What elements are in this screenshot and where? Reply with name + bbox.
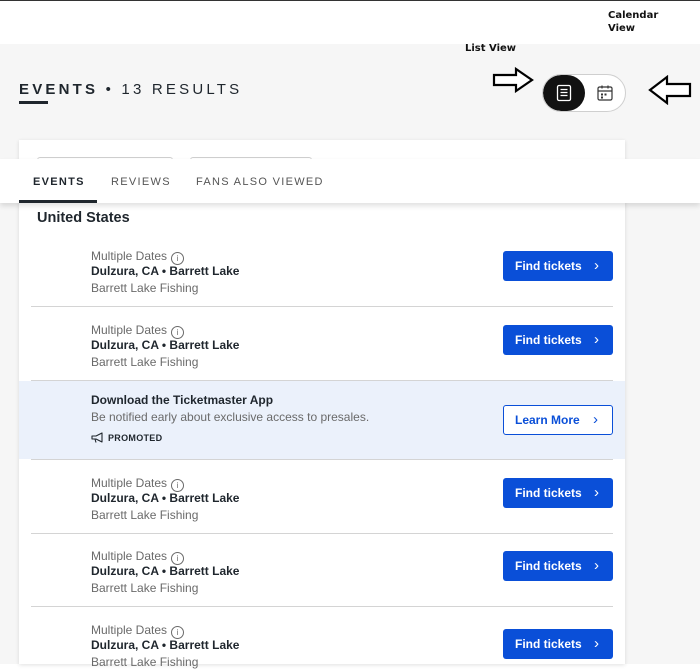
tab-events[interactable]: EVENTS <box>33 176 85 188</box>
find-tickets-button[interactable]: Find tickets › <box>503 478 613 508</box>
event-dates-label: Multiple Dates <box>91 476 168 490</box>
tabs-bar: EVENTS REVIEWS FANS ALSO VIEWED <box>0 159 700 203</box>
calendar-view-annotation: Calendar View <box>608 10 659 34</box>
promo-banner: Download the Ticketmaster App Be notifie… <box>19 381 625 459</box>
event-dates: Multiple Dates i <box>91 249 185 265</box>
chevron-right-icon: › <box>594 635 599 652</box>
top-border <box>0 0 700 1</box>
event-dates: Multiple Dates i <box>91 623 185 639</box>
event-venue: Dulzura, CA • Barrett Lake <box>91 564 240 578</box>
promo-title: Download the Ticketmaster App <box>91 393 274 407</box>
list-icon <box>556 84 572 102</box>
event-name: Barrett Lake Fishing <box>91 355 199 369</box>
row-divider <box>31 459 613 460</box>
calendar-view-button[interactable] <box>585 75 625 111</box>
find-tickets-label: Find tickets <box>515 333 582 347</box>
find-tickets-label: Find tickets <box>515 486 582 500</box>
row-divider <box>31 606 613 607</box>
event-venue: Dulzura, CA • Barrett Lake <box>91 491 240 505</box>
promoted-badge: PROMOTED <box>91 432 162 443</box>
promoted-label: PROMOTED <box>108 433 163 443</box>
event-name: Barrett Lake Fishing <box>91 508 199 522</box>
event-dates-label: Multiple Dates <box>91 323 168 337</box>
megaphone-icon <box>91 432 103 443</box>
list-view-button[interactable] <box>543 75 585 111</box>
tab-fans-also-viewed[interactable]: FANS ALSO VIEWED <box>196 176 324 188</box>
list-view-annotation: List View <box>465 43 517 54</box>
find-tickets-button[interactable]: Find tickets › <box>503 251 613 281</box>
find-tickets-button[interactable]: Find tickets › <box>503 551 613 581</box>
find-tickets-button[interactable]: Find tickets › <box>503 629 613 659</box>
calendar-icon <box>597 85 613 101</box>
event-dates: Multiple Dates i <box>91 476 185 492</box>
tab-reviews[interactable]: REVIEWS <box>111 176 171 188</box>
event-venue: Dulzura, CA • Barrett Lake <box>91 264 240 278</box>
results-count: 13 RESULTS <box>121 81 243 98</box>
chevron-right-icon: › <box>593 411 598 428</box>
event-dates-label: Multiple Dates <box>91 249 168 263</box>
row-divider <box>31 306 613 307</box>
event-name: Barrett Lake Fishing <box>91 281 199 295</box>
view-toggle <box>542 74 626 112</box>
find-tickets-button[interactable]: Find tickets › <box>503 325 613 355</box>
chevron-right-icon: › <box>594 557 599 574</box>
event-dates: Multiple Dates i <box>91 549 185 565</box>
event-dates: Multiple Dates i <box>91 323 185 339</box>
event-dates-label: Multiple Dates <box>91 623 168 637</box>
active-tab-underline <box>19 200 97 203</box>
promo-subtitle: Be notified early about exclusive access… <box>91 410 370 424</box>
page-title: EVENTS • 13 RESULTS <box>19 81 242 98</box>
events-heading: EVENTS <box>19 81 99 98</box>
arrow-left-icon <box>648 75 692 105</box>
chevron-right-icon: › <box>594 331 599 348</box>
event-dates-label: Multiple Dates <box>91 549 168 563</box>
arrow-right-icon <box>492 67 534 93</box>
chevron-right-icon: › <box>594 257 599 274</box>
find-tickets-label: Find tickets <box>515 259 582 273</box>
event-name: Barrett Lake Fishing <box>91 655 199 669</box>
event-venue: Dulzura, CA • Barrett Lake <box>91 638 240 652</box>
event-venue: Dulzura, CA • Barrett Lake <box>91 338 240 352</box>
chevron-right-icon: › <box>594 484 599 501</box>
learn-more-label: Learn More <box>515 413 580 427</box>
row-divider <box>31 533 613 534</box>
country-heading: United States <box>37 210 130 226</box>
learn-more-button[interactable]: Learn More › <box>503 405 613 435</box>
event-name: Barrett Lake Fishing <box>91 581 199 595</box>
find-tickets-label: Find tickets <box>515 559 582 573</box>
heading-underline <box>19 101 48 104</box>
find-tickets-label: Find tickets <box>515 637 582 651</box>
heading-separator: • <box>105 81 115 98</box>
